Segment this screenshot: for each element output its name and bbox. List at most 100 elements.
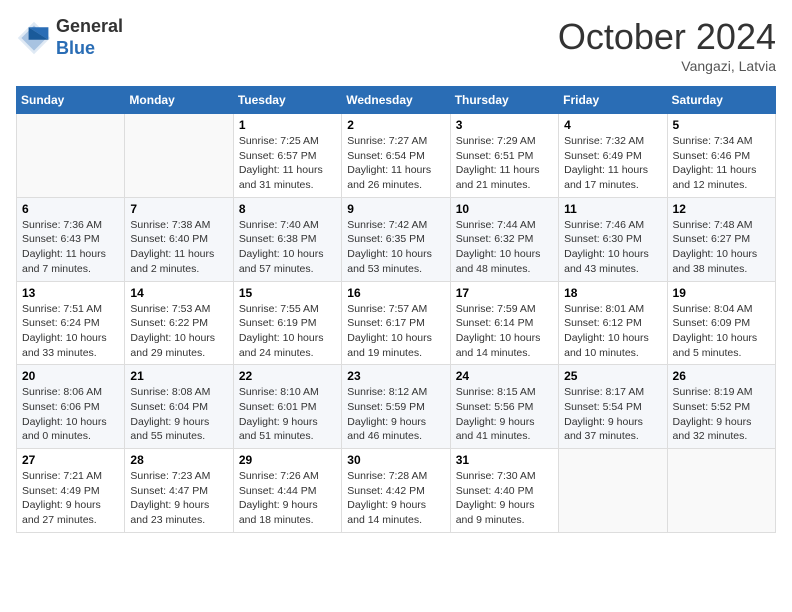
day-number: 23 xyxy=(347,369,444,383)
day-info: Sunrise: 7:40 AM Sunset: 6:38 PM Dayligh… xyxy=(239,218,336,277)
day-info: Sunrise: 7:32 AM Sunset: 6:49 PM Dayligh… xyxy=(564,134,661,193)
calendar-cell: 28 Sunrise: 7:23 AM Sunset: 4:47 PM Dayli… xyxy=(125,449,233,533)
day-info: Sunrise: 8:10 AM Sunset: 6:01 PM Dayligh… xyxy=(239,385,336,444)
day-number: 5 xyxy=(673,118,770,132)
calendar-cell: 16 Sunrise: 7:57 AM Sunset: 6:17 PM Dayli… xyxy=(342,281,450,365)
day-number: 17 xyxy=(456,286,553,300)
logo-blue: Blue xyxy=(56,38,123,60)
day-number: 12 xyxy=(673,202,770,216)
calendar-cell: 4 Sunrise: 7:32 AM Sunset: 6:49 PM Daylig… xyxy=(559,114,667,198)
day-info: Sunrise: 8:12 AM Sunset: 5:59 PM Dayligh… xyxy=(347,385,444,444)
day-info: Sunrise: 8:17 AM Sunset: 5:54 PM Dayligh… xyxy=(564,385,661,444)
calendar-cell: 24 Sunrise: 8:15 AM Sunset: 5:56 PM Dayli… xyxy=(450,365,558,449)
day-number: 24 xyxy=(456,369,553,383)
day-info: Sunrise: 8:19 AM Sunset: 5:52 PM Dayligh… xyxy=(673,385,770,444)
calendar-cell: 22 Sunrise: 8:10 AM Sunset: 6:01 PM Dayli… xyxy=(233,365,341,449)
logo: General Blue xyxy=(16,16,123,59)
day-info: Sunrise: 7:21 AM Sunset: 4:49 PM Dayligh… xyxy=(22,469,119,528)
title-block: October 2024 Vangazi, Latvia xyxy=(558,16,776,74)
calendar-cell: 30Sunrise: 7:28 AM Sunset: 4:42 PM Dayli… xyxy=(342,449,450,533)
day-info: Sunrise: 7:29 AM Sunset: 6:51 PM Dayligh… xyxy=(456,134,553,193)
day-info: Sunrise: 7:30 AM Sunset: 4:40 PM Dayligh… xyxy=(456,469,553,528)
day-number: 4 xyxy=(564,118,661,132)
calendar-cell: 3 Sunrise: 7:29 AM Sunset: 6:51 PM Daylig… xyxy=(450,114,558,198)
day-info: Sunrise: 7:34 AM Sunset: 6:46 PM Dayligh… xyxy=(673,134,770,193)
weekday-header-friday: Friday xyxy=(559,87,667,114)
day-number: 28 xyxy=(130,453,227,467)
calendar-table: SundayMondayTuesdayWednesdayThursdayFrid… xyxy=(16,86,776,533)
day-number: 1 xyxy=(239,118,336,132)
calendar-cell: 23 Sunrise: 8:12 AM Sunset: 5:59 PM Dayli… xyxy=(342,365,450,449)
day-info: Sunrise: 7:59 AM Sunset: 6:14 PM Dayligh… xyxy=(456,302,553,361)
day-info: Sunrise: 8:06 AM Sunset: 6:06 PM Dayligh… xyxy=(22,385,119,444)
logo-icon xyxy=(16,20,52,56)
calendar-cell: 11Sunrise: 7:46 AM Sunset: 6:30 PM Dayli… xyxy=(559,197,667,281)
day-number: 6 xyxy=(22,202,119,216)
calendar-cell: 15Sunrise: 7:55 AM Sunset: 6:19 PM Dayli… xyxy=(233,281,341,365)
day-info: Sunrise: 7:53 AM Sunset: 6:22 PM Dayligh… xyxy=(130,302,227,361)
calendar-cell xyxy=(667,449,775,533)
day-info: Sunrise: 7:46 AM Sunset: 6:30 PM Dayligh… xyxy=(564,218,661,277)
weekday-header-sunday: Sunday xyxy=(17,87,125,114)
day-info: Sunrise: 7:57 AM Sunset: 6:17 PM Dayligh… xyxy=(347,302,444,361)
weekday-header-monday: Monday xyxy=(125,87,233,114)
weekday-header-tuesday: Tuesday xyxy=(233,87,341,114)
calendar-cell xyxy=(17,114,125,198)
day-info: Sunrise: 7:23 AM Sunset: 4:47 PM Dayligh… xyxy=(130,469,227,528)
calendar-cell: 18 Sunrise: 8:01 AM Sunset: 6:12 PM Dayli… xyxy=(559,281,667,365)
day-number: 14 xyxy=(130,286,227,300)
calendar-week-row: 6 Sunrise: 7:36 AM Sunset: 6:43 PM Daylig… xyxy=(17,197,776,281)
day-info: Sunrise: 7:25 AM Sunset: 6:57 PM Dayligh… xyxy=(239,134,336,193)
calendar-cell: 8 Sunrise: 7:40 AM Sunset: 6:38 PM Daylig… xyxy=(233,197,341,281)
day-number: 26 xyxy=(673,369,770,383)
calendar-cell: 26 Sunrise: 8:19 AM Sunset: 5:52 PM Dayli… xyxy=(667,365,775,449)
day-info: Sunrise: 7:48 AM Sunset: 6:27 PM Dayligh… xyxy=(673,218,770,277)
weekday-header-row: SundayMondayTuesdayWednesdayThursdayFrid… xyxy=(17,87,776,114)
calendar-cell: 17 Sunrise: 7:59 AM Sunset: 6:14 PM Dayli… xyxy=(450,281,558,365)
calendar-cell: 7Sunrise: 7:38 AM Sunset: 6:40 PM Daylig… xyxy=(125,197,233,281)
day-info: Sunrise: 7:26 AM Sunset: 4:44 PM Dayligh… xyxy=(239,469,336,528)
day-info: Sunrise: 8:15 AM Sunset: 5:56 PM Dayligh… xyxy=(456,385,553,444)
calendar-cell: 2Sunrise: 7:27 AM Sunset: 6:54 PM Daylig… xyxy=(342,114,450,198)
day-info: Sunrise: 7:42 AM Sunset: 6:35 PM Dayligh… xyxy=(347,218,444,277)
day-number: 22 xyxy=(239,369,336,383)
calendar-week-row: 20 Sunrise: 8:06 AM Sunset: 6:06 PM Dayli… xyxy=(17,365,776,449)
day-number: 16 xyxy=(347,286,444,300)
calendar-cell xyxy=(125,114,233,198)
day-number: 25 xyxy=(564,369,661,383)
day-number: 27 xyxy=(22,453,119,467)
calendar-cell: 27 Sunrise: 7:21 AM Sunset: 4:49 PM Dayli… xyxy=(17,449,125,533)
calendar-cell: 25 Sunrise: 8:17 AM Sunset: 5:54 PM Dayli… xyxy=(559,365,667,449)
calendar-cell xyxy=(559,449,667,533)
calendar-week-row: 1 Sunrise: 7:25 AM Sunset: 6:57 PM Daylig… xyxy=(17,114,776,198)
logo-text: General Blue xyxy=(56,16,123,59)
day-number: 19 xyxy=(673,286,770,300)
day-info: Sunrise: 8:08 AM Sunset: 6:04 PM Dayligh… xyxy=(130,385,227,444)
calendar-cell: 29 Sunrise: 7:26 AM Sunset: 4:44 PM Dayli… xyxy=(233,449,341,533)
calendar-week-row: 27 Sunrise: 7:21 AM Sunset: 4:49 PM Dayli… xyxy=(17,449,776,533)
day-number: 29 xyxy=(239,453,336,467)
day-number: 9 xyxy=(347,202,444,216)
day-number: 21 xyxy=(130,369,227,383)
page-header: General Blue October 2024 Vangazi, Latvi… xyxy=(16,16,776,74)
month-title: October 2024 xyxy=(558,16,776,58)
day-info: Sunrise: 8:04 AM Sunset: 6:09 PM Dayligh… xyxy=(673,302,770,361)
calendar-cell: 9 Sunrise: 7:42 AM Sunset: 6:35 PM Daylig… xyxy=(342,197,450,281)
calendar-week-row: 13Sunrise: 7:51 AM Sunset: 6:24 PM Dayli… xyxy=(17,281,776,365)
day-info: Sunrise: 8:01 AM Sunset: 6:12 PM Dayligh… xyxy=(564,302,661,361)
day-number: 20 xyxy=(22,369,119,383)
calendar-cell: 1 Sunrise: 7:25 AM Sunset: 6:57 PM Daylig… xyxy=(233,114,341,198)
day-number: 30 xyxy=(347,453,444,467)
calendar-cell: 21 Sunrise: 8:08 AM Sunset: 6:04 PM Dayli… xyxy=(125,365,233,449)
day-number: 3 xyxy=(456,118,553,132)
day-number: 8 xyxy=(239,202,336,216)
calendar-cell: 31Sunrise: 7:30 AM Sunset: 4:40 PM Dayli… xyxy=(450,449,558,533)
day-number: 2 xyxy=(347,118,444,132)
weekday-header-wednesday: Wednesday xyxy=(342,87,450,114)
calendar-cell: 19 Sunrise: 8:04 AM Sunset: 6:09 PM Dayli… xyxy=(667,281,775,365)
calendar-cell: 13Sunrise: 7:51 AM Sunset: 6:24 PM Dayli… xyxy=(17,281,125,365)
logo-general: General xyxy=(56,16,123,38)
weekday-header-saturday: Saturday xyxy=(667,87,775,114)
day-number: 18 xyxy=(564,286,661,300)
day-info: Sunrise: 7:36 AM Sunset: 6:43 PM Dayligh… xyxy=(22,218,119,277)
